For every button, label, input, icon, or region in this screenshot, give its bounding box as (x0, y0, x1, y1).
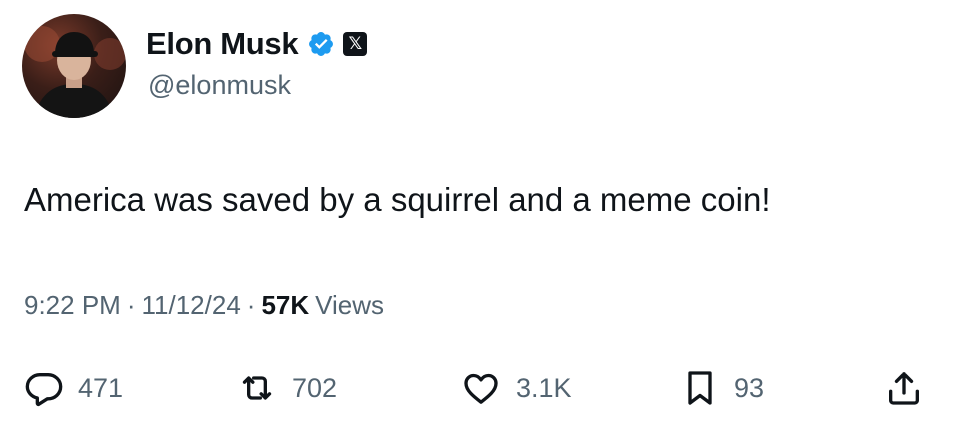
reply-icon (25, 373, 63, 407)
retweet-button[interactable]: 702 (236, 362, 337, 414)
heart-icon (464, 373, 498, 404)
reply-button[interactable]: 471 (24, 362, 123, 414)
avatar-image (24, 26, 126, 118)
tweet-time[interactable]: 9:22 PM (24, 290, 121, 321)
like-button[interactable]: 3.1K (460, 362, 572, 414)
author-display-name[interactable]: Elon Musk (146, 26, 299, 62)
bookmark-button[interactable]: 93 (680, 362, 764, 414)
author-handle[interactable]: @elonmusk (148, 70, 291, 101)
views-count: 57K (261, 290, 310, 320)
bookmark-count: 93 (734, 372, 765, 403)
reply-count: 471 (78, 372, 124, 403)
verified-badge-icon (307, 30, 335, 58)
x-logo-icon: 𝕏 (343, 32, 368, 56)
retweet-count: 702 (292, 372, 338, 403)
meta-separator: · (126, 290, 136, 320)
bookmark-icon (688, 371, 712, 405)
share-icon (889, 372, 919, 405)
avatar[interactable] (22, 14, 126, 118)
tweet-card: Elon Musk 𝕏 @elonmusk America was saved … (0, 0, 968, 435)
like-count: 3.1K (516, 372, 572, 403)
meta-separator: · (246, 290, 256, 320)
retweet-icon (242, 376, 272, 400)
tweet-text: America was saved by a squirrel and a me… (24, 181, 771, 218)
author-name-row: Elon Musk 𝕏 (146, 26, 368, 62)
action-bar: 471 702 3.1K 93 (0, 362, 968, 414)
tweet-meta: 9:22 PM · 11/12/24 · 57K Views (24, 290, 384, 321)
tweet-date[interactable]: 11/12/24 (142, 290, 241, 321)
views-label: Views (315, 290, 385, 320)
share-button[interactable] (884, 362, 924, 414)
